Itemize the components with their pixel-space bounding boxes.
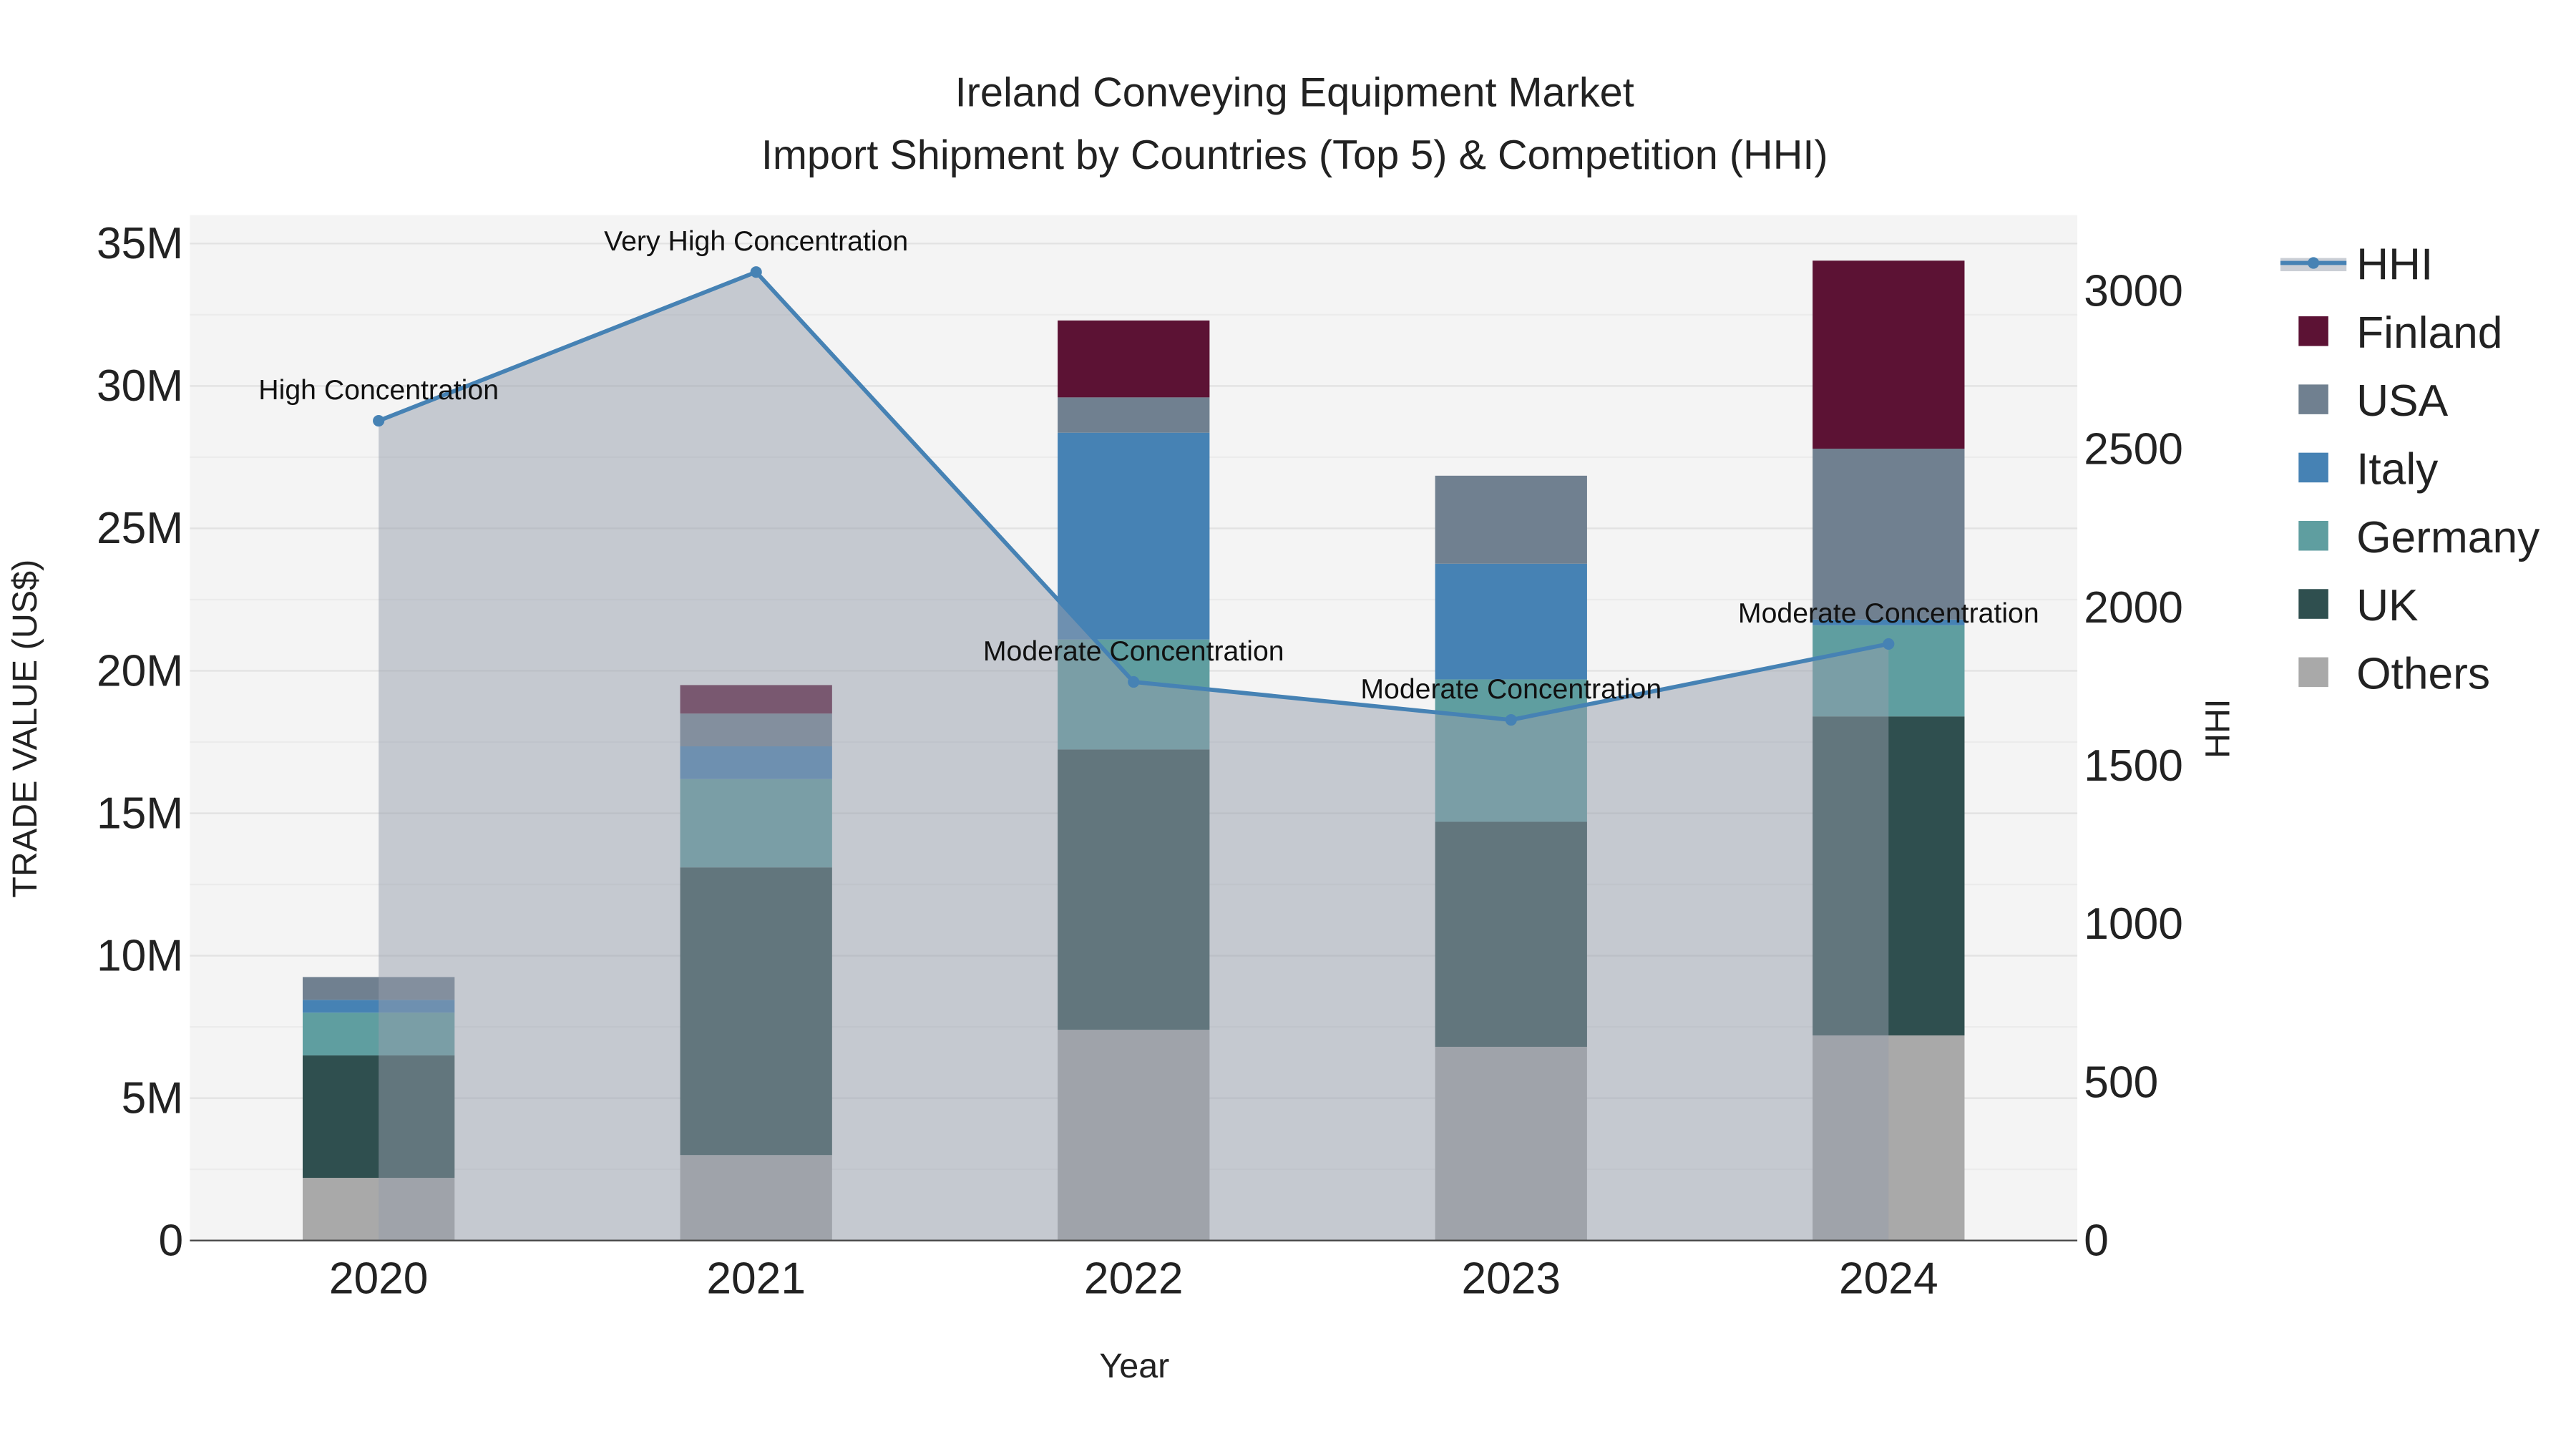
y2-tick-label: 1500 — [2084, 741, 2183, 791]
y2-axis-label: HHI — [2198, 699, 2237, 758]
legend-swatch-others — [2298, 657, 2328, 688]
hhi-point-2022[interactable] — [1128, 675, 1140, 688]
hhi-annotation: Very High Concentration — [604, 225, 908, 257]
y2-tick-label: 3000 — [2084, 266, 2183, 316]
legend-swatch-italy — [2298, 452, 2328, 483]
y-tick-label: 10M — [97, 931, 183, 980]
legend-label-finland[interactable]: Finland — [2356, 308, 2502, 358]
bar-finland-2024[interactable] — [1813, 260, 1965, 449]
x-tick-label: 2021 — [706, 1254, 806, 1304]
y-tick-label: 0 — [158, 1216, 183, 1265]
y-axis-label: TRADE VALUE (US$) — [6, 560, 44, 898]
y2-tick-label: 1000 — [2084, 899, 2183, 949]
bar-usa-2024[interactable] — [1813, 449, 1965, 620]
chart: Ireland Conveying Equipment Market Impor… — [6, 69, 2540, 1385]
bar-usa-2023[interactable] — [1435, 475, 1587, 564]
legend-swatch-usa — [2298, 384, 2328, 414]
hhi-annotation: Moderate Concentration — [1738, 597, 2039, 629]
legend-swatch-uk — [2298, 589, 2328, 619]
hhi-point-2020[interactable] — [373, 415, 385, 427]
x-tick-label: 2023 — [1461, 1254, 1561, 1304]
y-tick-label: 15M — [97, 789, 183, 838]
y2-tick-label: 500 — [2084, 1058, 2158, 1107]
x-axis-label: Year — [1099, 1347, 1169, 1385]
y-tick-label: 25M — [97, 504, 183, 553]
legend-swatch-finland — [2298, 316, 2328, 346]
bar-finland-2022[interactable] — [1058, 320, 1210, 398]
legend-label-italy[interactable]: Italy — [2356, 444, 2439, 494]
y-tick-label: 30M — [97, 361, 183, 411]
bar-italy-2023[interactable] — [1435, 563, 1587, 680]
bar-italy-2022[interactable] — [1058, 432, 1210, 640]
legend: HHI Finland USA Italy Germany UK Others — [2280, 240, 2540, 698]
hhi-point-2024[interactable] — [1883, 638, 1895, 650]
chart-subtitle: Import Shipment by Countries (Top 5) & C… — [761, 132, 1828, 178]
y-tick-label: 35M — [97, 219, 183, 268]
legend-swatch-germany — [2298, 520, 2328, 551]
x-tick-label: 2020 — [329, 1254, 429, 1304]
hhi-annotation: High Concentration — [258, 374, 499, 406]
hhi-annotation: Moderate Concentration — [1360, 673, 1662, 705]
legend-label-hhi[interactable]: HHI — [2356, 240, 2433, 290]
y2-tick-label: 2000 — [2084, 583, 2183, 633]
legend-label-uk[interactable]: UK — [2356, 581, 2419, 630]
chart-title: Ireland Conveying Equipment Market — [955, 69, 1634, 115]
y2-tick-label: 0 — [2084, 1216, 2109, 1265]
y2-tick-label: 2500 — [2084, 425, 2183, 474]
hhi-point-2023[interactable] — [1505, 713, 1517, 726]
hhi-point-2021[interactable] — [750, 266, 762, 278]
bar-usa-2022[interactable] — [1058, 397, 1210, 433]
legend-label-usa[interactable]: USA — [2356, 376, 2449, 426]
legend-label-others[interactable]: Others — [2356, 649, 2490, 698]
x-tick-label: 2022 — [1084, 1254, 1184, 1304]
hhi-annotation: Moderate Concentration — [983, 635, 1284, 667]
legend-hhi-marker — [2308, 257, 2320, 269]
x-tick-label: 2024 — [1839, 1254, 1938, 1304]
y-tick-label: 5M — [122, 1073, 184, 1123]
y-tick-label: 20M — [97, 646, 183, 696]
legend-label-germany[interactable]: Germany — [2356, 513, 2540, 562]
